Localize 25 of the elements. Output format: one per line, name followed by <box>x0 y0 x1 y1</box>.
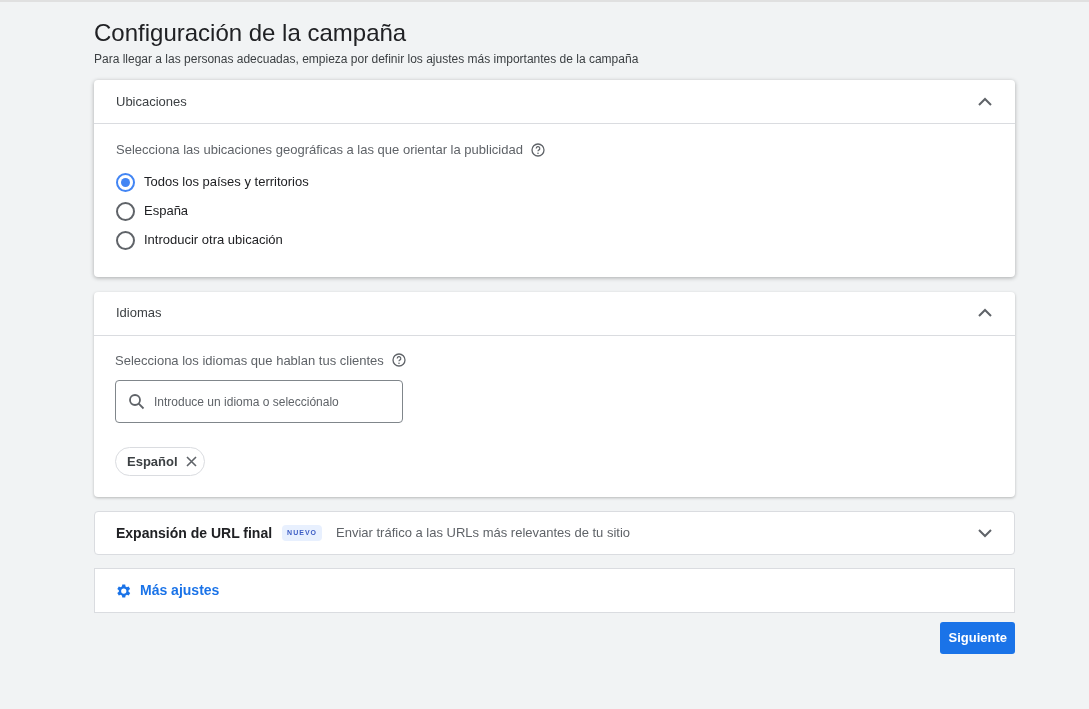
more-settings-link[interactable]: Más ajustes <box>114 580 220 601</box>
card-title: Expansión de URL final <box>116 523 273 543</box>
radio-button[interactable] <box>116 201 135 221</box>
next-button[interactable]: Siguiente <box>940 622 1015 654</box>
chip-label: Español <box>127 452 178 471</box>
radio-label[interactable]: Todos los países y territorios <box>144 172 309 192</box>
help-icon[interactable] <box>530 142 545 157</box>
radio-button[interactable] <box>116 230 135 250</box>
url-expansion-description: Enviar tráfico a las URLs más relevantes de tu sitio <box>336 524 631 543</box>
chevron-up-icon[interactable] <box>977 308 993 318</box>
card-title: Idiomas <box>116 304 162 323</box>
radio-button[interactable] <box>116 172 135 192</box>
card-title: Ubicaciones <box>116 92 187 111</box>
radio-label[interactable]: Introducir otra ubicación <box>144 230 283 250</box>
language-search-field[interactable]: Introduce un idioma o selecciónalo <box>115 380 403 423</box>
chevron-up-icon[interactable] <box>977 96 993 107</box>
page-subtitle: Para llegar a las personas adecuadas, empieza por definir los ajustes más importantes de la campaña <box>94 51 640 68</box>
radio-label[interactable]: España <box>144 201 189 221</box>
page-title: Configuración de la campaña <box>94 18 408 48</box>
help-icon[interactable] <box>391 353 406 368</box>
close-icon[interactable] <box>185 456 197 467</box>
languages-prompt: Selecciona los idiomas que hablan tus clientes <box>115 351 384 370</box>
locations-prompt: Selecciona las ubicaciones geográficas a las que orientar la publicidad <box>116 141 523 159</box>
chevron-down-icon[interactable] <box>977 528 993 538</box>
search-icon <box>128 393 145 410</box>
